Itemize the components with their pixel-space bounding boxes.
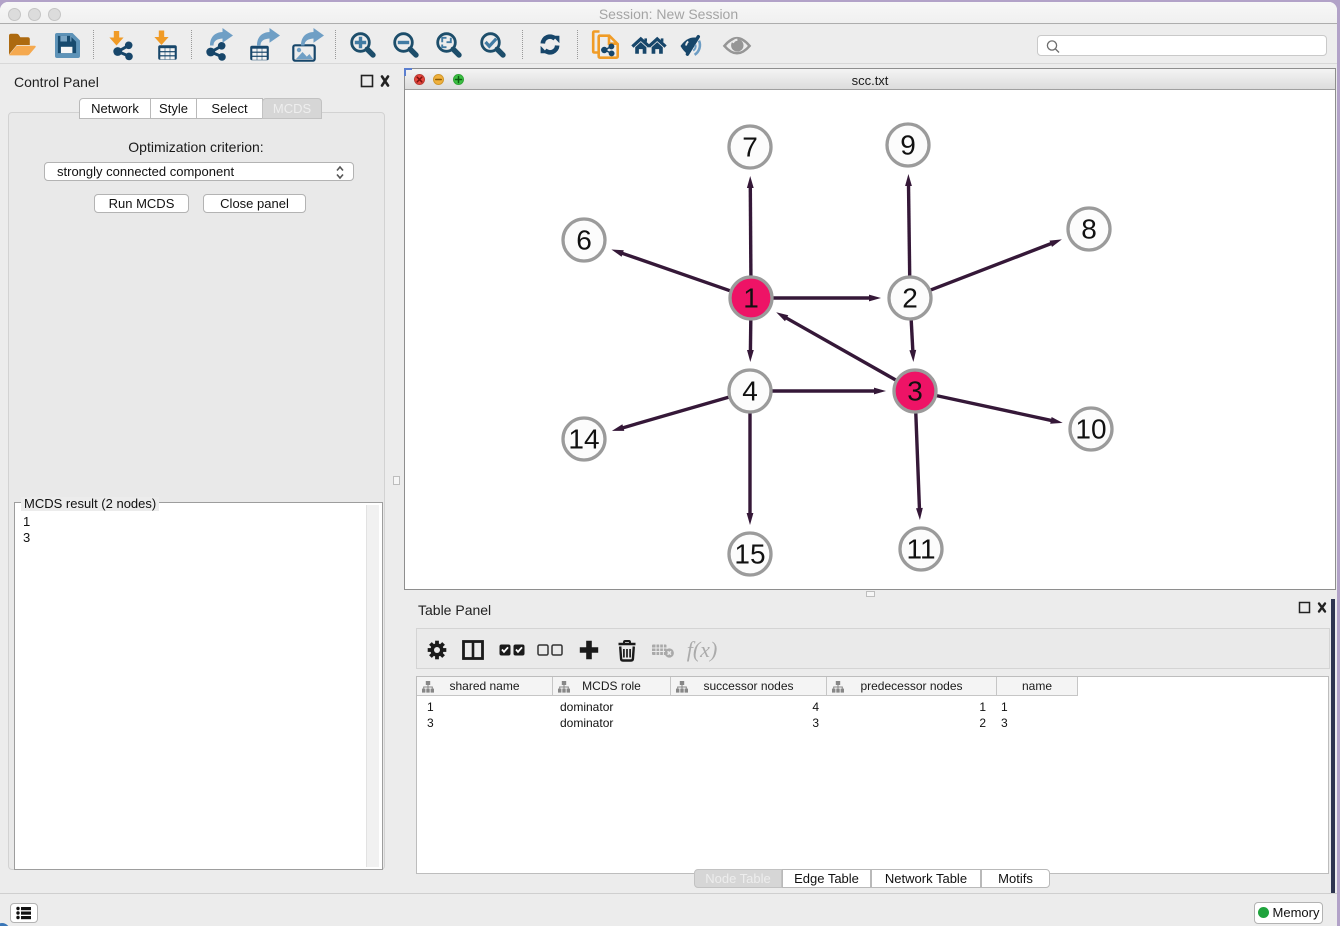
svg-text:3: 3 [907,376,923,407]
svg-text:11: 11 [906,534,935,565]
svg-text:4: 4 [742,376,758,407]
svg-text:f(x): f(x) [687,637,718,662]
svg-text:8: 8 [1081,214,1097,245]
svg-text:9: 9 [900,130,916,161]
svg-text:2: 2 [902,283,918,314]
svg-text:6: 6 [576,225,592,256]
svg-text:14: 14 [568,424,599,455]
svg-text:15: 15 [734,539,765,570]
svg-text:10: 10 [1075,414,1106,445]
svg-text:1: 1 [743,283,759,314]
svg-text:7: 7 [742,132,758,163]
